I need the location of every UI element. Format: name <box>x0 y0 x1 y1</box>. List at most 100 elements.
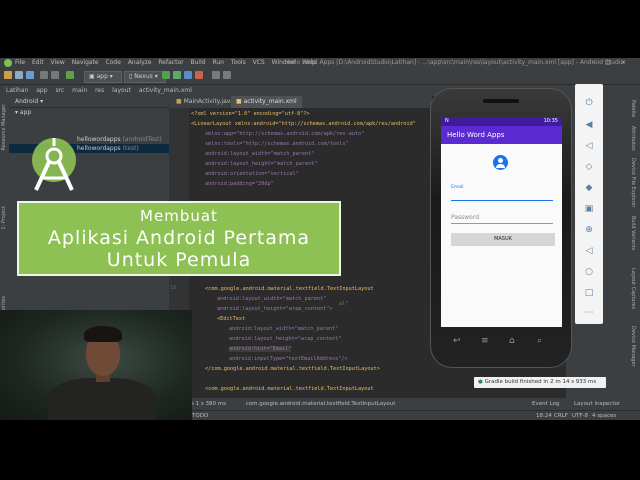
email-field[interactable] <box>451 192 553 201</box>
volume-down-icon[interactable]: ◁ <box>584 141 594 151</box>
code-line: <?xml version="1.0" encoding="utf-8"?> <box>191 111 310 117</box>
camera-icon[interactable]: ▣ <box>584 204 594 214</box>
component-path[interactable]: com.google.android.material.textfield.Te… <box>246 401 396 407</box>
android-studio-logo-icon <box>32 138 76 191</box>
code-line: xmlns:app="http://schemas.android.com/ap… <box>205 131 365 137</box>
breadcrumb-item[interactable]: app <box>36 87 47 94</box>
project-view-select[interactable]: Android ▾ <box>9 96 169 108</box>
emulator-phone: N 10:35 Hello Word Apps Email Password M… <box>430 88 572 368</box>
breadcrumb-item[interactable]: Latihan <box>6 87 28 94</box>
breadcrumb-item[interactable]: src <box>55 87 64 94</box>
volume-up-icon[interactable]: ◀ <box>584 120 594 130</box>
tree-label: app <box>19 109 32 116</box>
phone-screen[interactable]: N 10:35 Hello Word Apps Email Password M… <box>441 117 562 327</box>
line-number: 18 <box>170 285 177 291</box>
line-separator[interactable]: CRLF <box>554 411 568 420</box>
menu-view[interactable]: View <box>51 59 65 66</box>
layout-inspector-tab[interactable]: Layout Inspector <box>574 399 620 409</box>
save-icon[interactable] <box>15 71 23 79</box>
menu-tools[interactable]: Tools <box>231 59 246 66</box>
run-config-select[interactable]: ▣ app ▾ <box>84 71 122 83</box>
banner-line-1: Membuat <box>140 207 218 225</box>
code-line: android:inputType="textEmailAddress"/> <box>229 356 348 362</box>
menu-analyze[interactable]: Analyze <box>128 59 152 66</box>
build-notification[interactable]: ● Gradle build finished in 2 m 14 s 933 … <box>474 377 606 388</box>
menu-code[interactable]: Code <box>106 59 121 66</box>
search-key-icon[interactable]: ⌕ <box>537 335 542 347</box>
back-nav-icon[interactable]: ◁ <box>584 246 594 256</box>
open-folder-icon[interactable] <box>4 71 12 79</box>
menu-run[interactable]: Run <box>212 59 224 66</box>
event-log-label: Event Log <box>532 401 560 407</box>
rotate-right-icon[interactable]: ◆ <box>584 183 594 193</box>
right-tool-strip: Palette Attributes Device File Explorer … <box>627 96 640 398</box>
home-nav-icon[interactable]: ○ <box>584 267 594 277</box>
device-file-explorer-tab[interactable]: Device File Explorer <box>630 158 636 207</box>
forward-icon[interactable] <box>51 71 59 79</box>
device-manager-tab[interactable]: Device Manager <box>630 326 636 367</box>
attributes-tab[interactable]: Attributes <box>630 126 636 151</box>
breadcrumb-item[interactable]: res <box>95 87 104 94</box>
menu-refactor[interactable]: Refactor <box>158 59 183 66</box>
run-icon[interactable] <box>162 71 170 79</box>
device-label: Nexus <box>134 73 153 80</box>
cursor-position[interactable]: 18:24 <box>536 411 552 420</box>
device-select[interactable]: ▯ Nexus ▾ <box>124 71 166 83</box>
layout-inspector-label: Layout Inspector <box>574 401 621 407</box>
breadcrumb-item[interactable]: main <box>72 87 87 94</box>
project-tab[interactable]: 1: Project <box>1 206 7 230</box>
presenter-hair <box>84 326 122 342</box>
java-file-icon: ■ <box>176 98 182 105</box>
code-line: android:orientation="vertical" <box>205 171 299 177</box>
app-title: Hello Word Apps <box>447 131 505 139</box>
back-key-icon[interactable]: ↩ <box>453 335 461 347</box>
menu-navigate[interactable]: Navigate <box>72 59 99 66</box>
banner-line-3: Untuk Pemula <box>106 249 252 271</box>
resource-manager-tab[interactable]: Resource Manager <box>1 104 7 150</box>
zoom-icon[interactable]: ⊕ <box>584 225 594 235</box>
back-icon[interactable] <box>40 71 48 79</box>
event-log-tab[interactable]: Event Log <box>532 399 559 409</box>
layout-captures-tab[interactable]: Layout Captures <box>630 268 636 309</box>
indent-setting[interactable]: 4 spaces <box>592 411 616 420</box>
info-icon: ● <box>478 379 483 385</box>
menu-bar: File Edit View Navigate Code Analyze Ref… <box>15 58 321 68</box>
rotate-left-icon[interactable]: ◇ <box>584 162 594 172</box>
tree-item-app[interactable]: ▾ app <box>9 108 169 117</box>
home-key-icon[interactable]: ⌂ <box>509 335 515 347</box>
make-project-icon[interactable] <box>66 71 74 79</box>
avd-manager-icon[interactable] <box>212 71 220 79</box>
debug-icon[interactable] <box>173 71 181 79</box>
build-notification-text: Gradle build finished in 2 m 14 s 933 ms <box>484 379 597 385</box>
tab-label: activity_main.xml <box>243 98 297 105</box>
menu-edit[interactable]: Edit <box>32 59 44 66</box>
editor-tabs: ■ MainActivity.java ■ activity_main.xml <box>169 96 432 110</box>
menu-vcs[interactable]: VCS <box>253 59 265 66</box>
tab-mainactivity[interactable]: ■ MainActivity.java <box>171 96 239 108</box>
sdk-manager-icon[interactable] <box>223 71 231 79</box>
menu-key-icon[interactable]: ≡ <box>481 335 489 347</box>
tab-label: MainActivity.java <box>183 98 234 105</box>
password-field[interactable]: Password <box>451 213 553 224</box>
code-line: <EditText <box>217 316 246 322</box>
todo-tab[interactable]: TODO <box>192 411 208 420</box>
android-status-bar: N 10:35 <box>441 117 562 126</box>
menu-file[interactable]: File <box>15 59 25 66</box>
palette-tab[interactable]: Palette <box>630 100 636 117</box>
code-line: android:layout_width="match_parent" <box>205 151 315 157</box>
stop-icon[interactable] <box>195 71 203 79</box>
account-icon <box>493 155 508 170</box>
window-controls[interactable]: –□× <box>592 58 636 68</box>
more-icon[interactable]: ⋯ <box>584 308 594 318</box>
login-button[interactable]: MASUK <box>451 233 555 246</box>
menu-build[interactable]: Build <box>191 59 206 66</box>
sync-icon[interactable] <box>26 71 34 79</box>
breadcrumb-file[interactable]: activity_main.xml <box>139 87 192 94</box>
build-time: s 1 s 380 ms <box>191 401 226 407</box>
profile-icon[interactable] <box>184 71 192 79</box>
power-icon[interactable]: ⏻ <box>584 98 594 108</box>
breadcrumb-item[interactable]: layout <box>112 87 131 94</box>
overview-nav-icon[interactable]: □ <box>584 288 594 298</box>
file-encoding[interactable]: UTF-8 <box>572 411 588 420</box>
build-variants-tab[interactable]: Build Variants <box>630 216 636 250</box>
